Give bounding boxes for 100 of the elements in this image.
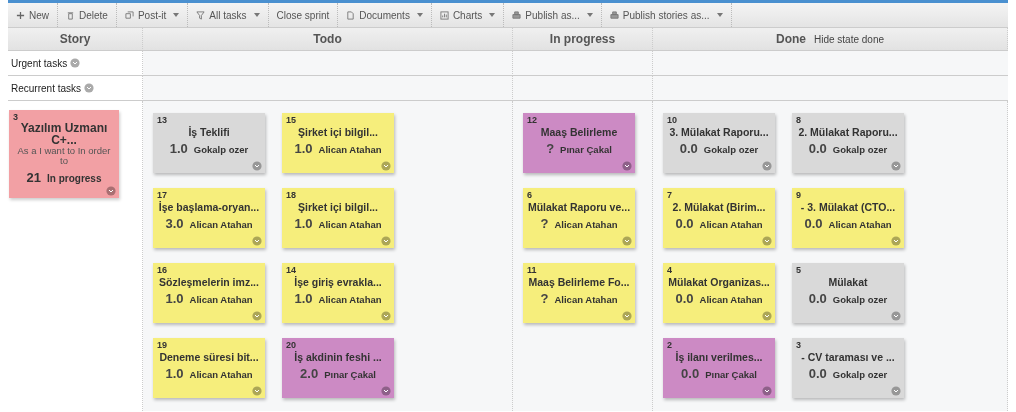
task-number: 19 <box>157 340 167 350</box>
task-number: 15 <box>286 115 296 125</box>
chart-icon <box>439 10 449 20</box>
dropdown-icon[interactable] <box>252 161 262 171</box>
task-assignee: Alican Atahan <box>699 219 763 230</box>
hide-done-link[interactable]: Hide state done <box>813 33 885 45</box>
task-card[interactable]: 17 İşe başlama-oryan... 3.0 Alican Atahan <box>153 188 265 248</box>
dropdown-icon[interactable] <box>762 311 772 321</box>
task-title: Sözleşmelerin imz... <box>159 276 259 288</box>
task-assignee: Alican Atahan <box>699 294 763 305</box>
task-card[interactable]: 14 İşe giriş evrakla... 1.0 Alican Atahan <box>282 263 394 323</box>
toolbar-button[interactable]: Charts <box>431 3 505 27</box>
toolbar-button[interactable]: Close sprint <box>268 3 339 27</box>
task-card[interactable]: 15 Şirket içi bilgil... 1.0 Alican Atahan <box>282 113 394 173</box>
column-title: Done <box>775 32 806 46</box>
task-number: 3 <box>796 340 801 350</box>
printer-icon <box>512 10 522 20</box>
task-number: 17 <box>157 190 167 200</box>
dropdown-icon[interactable] <box>622 236 632 246</box>
task-number: 16 <box>157 265 167 275</box>
task-assignee: Gokalp ozer <box>832 369 888 380</box>
dropdown-icon[interactable] <box>381 236 391 246</box>
task-card[interactable]: 11 Maaş Belirleme Fo... ? Alican Atahan <box>523 263 635 323</box>
task-title: İş akdinin feshi ... <box>294 351 382 363</box>
task-estimate: 0.0 <box>675 291 694 306</box>
toolbar-button[interactable]: Publish as... <box>504 3 602 27</box>
task-assignee: Pınar Çakal <box>324 369 376 380</box>
story-title: Yazılım Uzmanı C+... <box>19 122 109 146</box>
task-card[interactable]: 10 3. Mülakat Raporu... 0.0 Gokalp ozer <box>663 113 775 173</box>
task-card[interactable]: 12 Maaş Belirleme ? Pınar Çakal <box>523 113 635 173</box>
dropdown-icon[interactable] <box>762 236 772 246</box>
dropdown-icon[interactable] <box>891 311 901 321</box>
task-title: İşe giriş evrakla... <box>294 276 382 288</box>
task-assignee: Alican Atahan <box>554 294 618 305</box>
dropdown-icon[interactable] <box>762 161 772 171</box>
task-assignee: Alican Atahan <box>189 294 253 305</box>
dropdown-icon[interactable] <box>252 236 262 246</box>
swimlane-title: Urgent tasks <box>11 57 68 69</box>
task-card[interactable]: 16 Sözleşmelerin imz... 1.0 Alican Atahan <box>153 263 265 323</box>
task-estimate: 1.0 <box>294 291 313 306</box>
task-card[interactable]: 3 - CV taraması ve ... 0.0 Gokalp ozer <box>792 338 904 398</box>
story-number: 3 <box>13 112 18 122</box>
task-title: Şirket içi bilgil... <box>298 201 378 213</box>
dropdown-icon[interactable] <box>252 311 262 321</box>
task-number: 18 <box>286 190 296 200</box>
task-card[interactable]: 2 İş ilanı verilmes... 0.0 Pınar Çakal <box>663 338 775 398</box>
task-estimate: 0.0 <box>679 141 698 156</box>
story-card[interactable]: 3 Yazılım Uzmanı C+... As a I want to In order to 21 In progress <box>9 110 119 198</box>
task-assignee: Gokalp ozer <box>703 144 759 155</box>
dropdown-icon[interactable] <box>106 186 116 196</box>
task-card[interactable]: 13 İş Teklifi 1.0 Gokalp ozer <box>153 113 265 173</box>
task-title: Mülakat <box>828 276 868 288</box>
toolbar-button[interactable]: All tasks <box>188 3 269 27</box>
task-title: 2. Mülakat Raporu... <box>798 126 898 138</box>
caret-icon <box>173 13 180 17</box>
toolbar-button[interactable]: Post-it <box>116 3 189 27</box>
toolbar-button[interactable]: New <box>8 3 58 27</box>
dropdown-icon[interactable] <box>70 58 81 68</box>
dropdown-icon[interactable] <box>891 161 901 171</box>
swimlane-title: Recurrent tasks <box>11 82 82 94</box>
task-estimate: ? <box>540 216 549 231</box>
task-card[interactable]: 7 2. Mülakat (Birim... 0.0 Alican Atahan <box>663 188 775 248</box>
task-estimate: 2.0 <box>300 366 319 381</box>
dropdown-icon[interactable] <box>381 311 391 321</box>
story-state: In progress <box>47 172 102 184</box>
task-number: 4 <box>667 265 672 275</box>
task-assignee: Gokalp ozer <box>193 144 249 155</box>
task-estimate: 1.0 <box>165 366 184 381</box>
dropdown-icon[interactable] <box>84 83 95 93</box>
dropdown-icon[interactable] <box>622 311 632 321</box>
task-card[interactable]: 20 İş akdinin feshi ... 2.0 Pınar Çakal <box>282 338 394 398</box>
task-assignee: Alican Atahan <box>318 294 382 305</box>
toolbar-button[interactable]: Delete <box>58 3 117 27</box>
dropdown-icon[interactable] <box>381 161 391 171</box>
task-card[interactable]: 9 - 3. Mülakat (CTO... 0.0 Alican Atahan <box>792 188 904 248</box>
task-estimate: 1.0 <box>294 141 313 156</box>
task-card[interactable]: 8 2. Mülakat Raporu... 0.0 Gokalp ozer <box>792 113 904 173</box>
dropdown-icon[interactable] <box>891 386 901 396</box>
dropdown-icon[interactable] <box>381 386 391 396</box>
dropdown-icon[interactable] <box>622 161 632 171</box>
dropdown-icon[interactable] <box>762 386 772 396</box>
task-card[interactable]: 4 Mülakat Organizas... 0.0 Alican Atahan <box>663 263 775 323</box>
task-assignee: Alican Atahan <box>189 219 253 230</box>
toolbar-button[interactable]: Publish stories as... <box>601 3 732 27</box>
caret-icon <box>416 13 423 17</box>
task-estimate: 0.0 <box>808 141 827 156</box>
printer-icon <box>609 10 619 20</box>
filter-icon <box>196 10 206 20</box>
task-card[interactable]: 19 Deneme süresi bit... 1.0 Alican Atahan <box>153 338 265 398</box>
task-card[interactable]: 18 Şirket içi bilgil... 1.0 Alican Atahan <box>282 188 394 248</box>
task-card[interactable]: 5 Mülakat 0.0 Gokalp ozer <box>792 263 904 323</box>
task-title: 3. Mülakat Raporu... <box>669 126 769 138</box>
task-title: - CV taraması ve ... <box>801 351 895 363</box>
toolbar-button[interactable]: Documents <box>338 3 432 27</box>
dropdown-icon[interactable] <box>891 236 901 246</box>
task-number: 5 <box>796 265 801 275</box>
task-card[interactable]: 6 Mülakat Raporu ve... ? Alican Atahan <box>523 188 635 248</box>
task-estimate: 1.0 <box>169 141 188 156</box>
task-title: Deneme süresi bit... <box>159 351 259 363</box>
dropdown-icon[interactable] <box>252 386 262 396</box>
